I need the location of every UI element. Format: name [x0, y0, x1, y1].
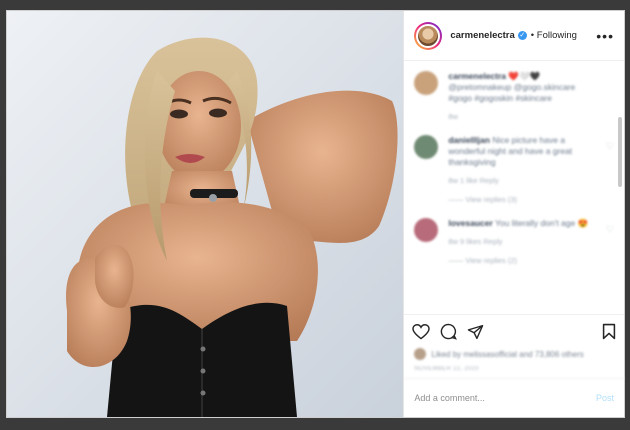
like-heart-icon[interactable]: [412, 323, 431, 340]
likes-text: Liked by melissasofficial and 73,806 oth…: [431, 349, 584, 359]
post-side-panel: carmenelectra ✓ • Following ••• carmenel…: [403, 11, 624, 417]
following-button[interactable]: • Following: [531, 30, 577, 41]
author-avatar[interactable]: [414, 21, 443, 50]
comments-scrollbar[interactable]: [618, 117, 622, 187]
comment-avatar[interactable]: [414, 135, 439, 159]
view-replies-label: View replies (2): [465, 256, 518, 265]
comments-list[interactable]: carmenelectra ❤️🤍🖤 @pretomnakeup @gogo.s…: [404, 61, 624, 314]
comment-meta[interactable]: 8w 1 like Reply: [448, 176, 588, 185]
comment-bubble-icon[interactable]: [440, 323, 458, 340]
liker-avatar: [414, 348, 427, 360]
comment-text: lovesaucer You literally don't age 😍: [448, 218, 588, 229]
likes-summary[interactable]: Liked by melissasofficial and 73,806 oth…: [404, 348, 624, 360]
comment-body: You literally don't age 😍: [495, 218, 589, 228]
like-comment-heart-icon[interactable]: ♡: [606, 141, 614, 152]
add-comment-input[interactable]: [414, 393, 596, 403]
comment-text: carmenelectra ❤️🤍🖤 @pretomnakeup @gogo.s…: [448, 71, 588, 104]
comment-avatar[interactable]: [414, 71, 439, 95]
comment-author[interactable]: lovesaucer: [448, 218, 492, 228]
comment-item: lovesaucer You literally don't age 😍 8w …: [414, 218, 614, 265]
more-options-icon[interactable]: •••: [596, 29, 614, 43]
post-actions-bar: [404, 314, 624, 348]
comment-text: daniellljan Nice picture have a wonderfu…: [448, 135, 588, 168]
verified-badge-icon: ✓: [517, 31, 527, 40]
like-comment-heart-icon[interactable]: ♡: [606, 224, 614, 235]
comment-author[interactable]: carmenelectra: [448, 71, 506, 81]
post-image: [7, 11, 404, 417]
post-photo[interactable]: [7, 11, 404, 417]
save-bookmark-icon[interactable]: [602, 323, 616, 340]
view-replies-link[interactable]: —— View replies (2): [448, 256, 588, 265]
comment-meta[interactable]: 8w 9 likes Reply: [448, 237, 588, 246]
caption-comment: carmenelectra ❤️🤍🖤 @pretomnakeup @gogo.s…: [414, 71, 614, 121]
instagram-post-modal: carmenelectra ✓ • Following ••• carmenel…: [6, 10, 625, 418]
view-replies-link[interactable]: —— View replies (3): [448, 195, 588, 204]
post-header: carmenelectra ✓ • Following •••: [404, 11, 624, 61]
comment-author[interactable]: daniellljan: [448, 135, 490, 145]
comment-item: daniellljan Nice picture have a wonderfu…: [414, 135, 614, 204]
share-paper-plane-icon[interactable]: [467, 324, 484, 340]
comment-meta: 8w: [448, 112, 458, 121]
comment-avatar[interactable]: [414, 218, 439, 242]
view-replies-label: View replies (3): [465, 195, 518, 204]
author-username[interactable]: carmenelectra: [450, 30, 514, 41]
post-comment-button[interactable]: Post: [596, 393, 614, 403]
add-comment-bar: Post: [404, 379, 624, 417]
post-date: NOVEMBER 22, 2020: [404, 360, 624, 379]
